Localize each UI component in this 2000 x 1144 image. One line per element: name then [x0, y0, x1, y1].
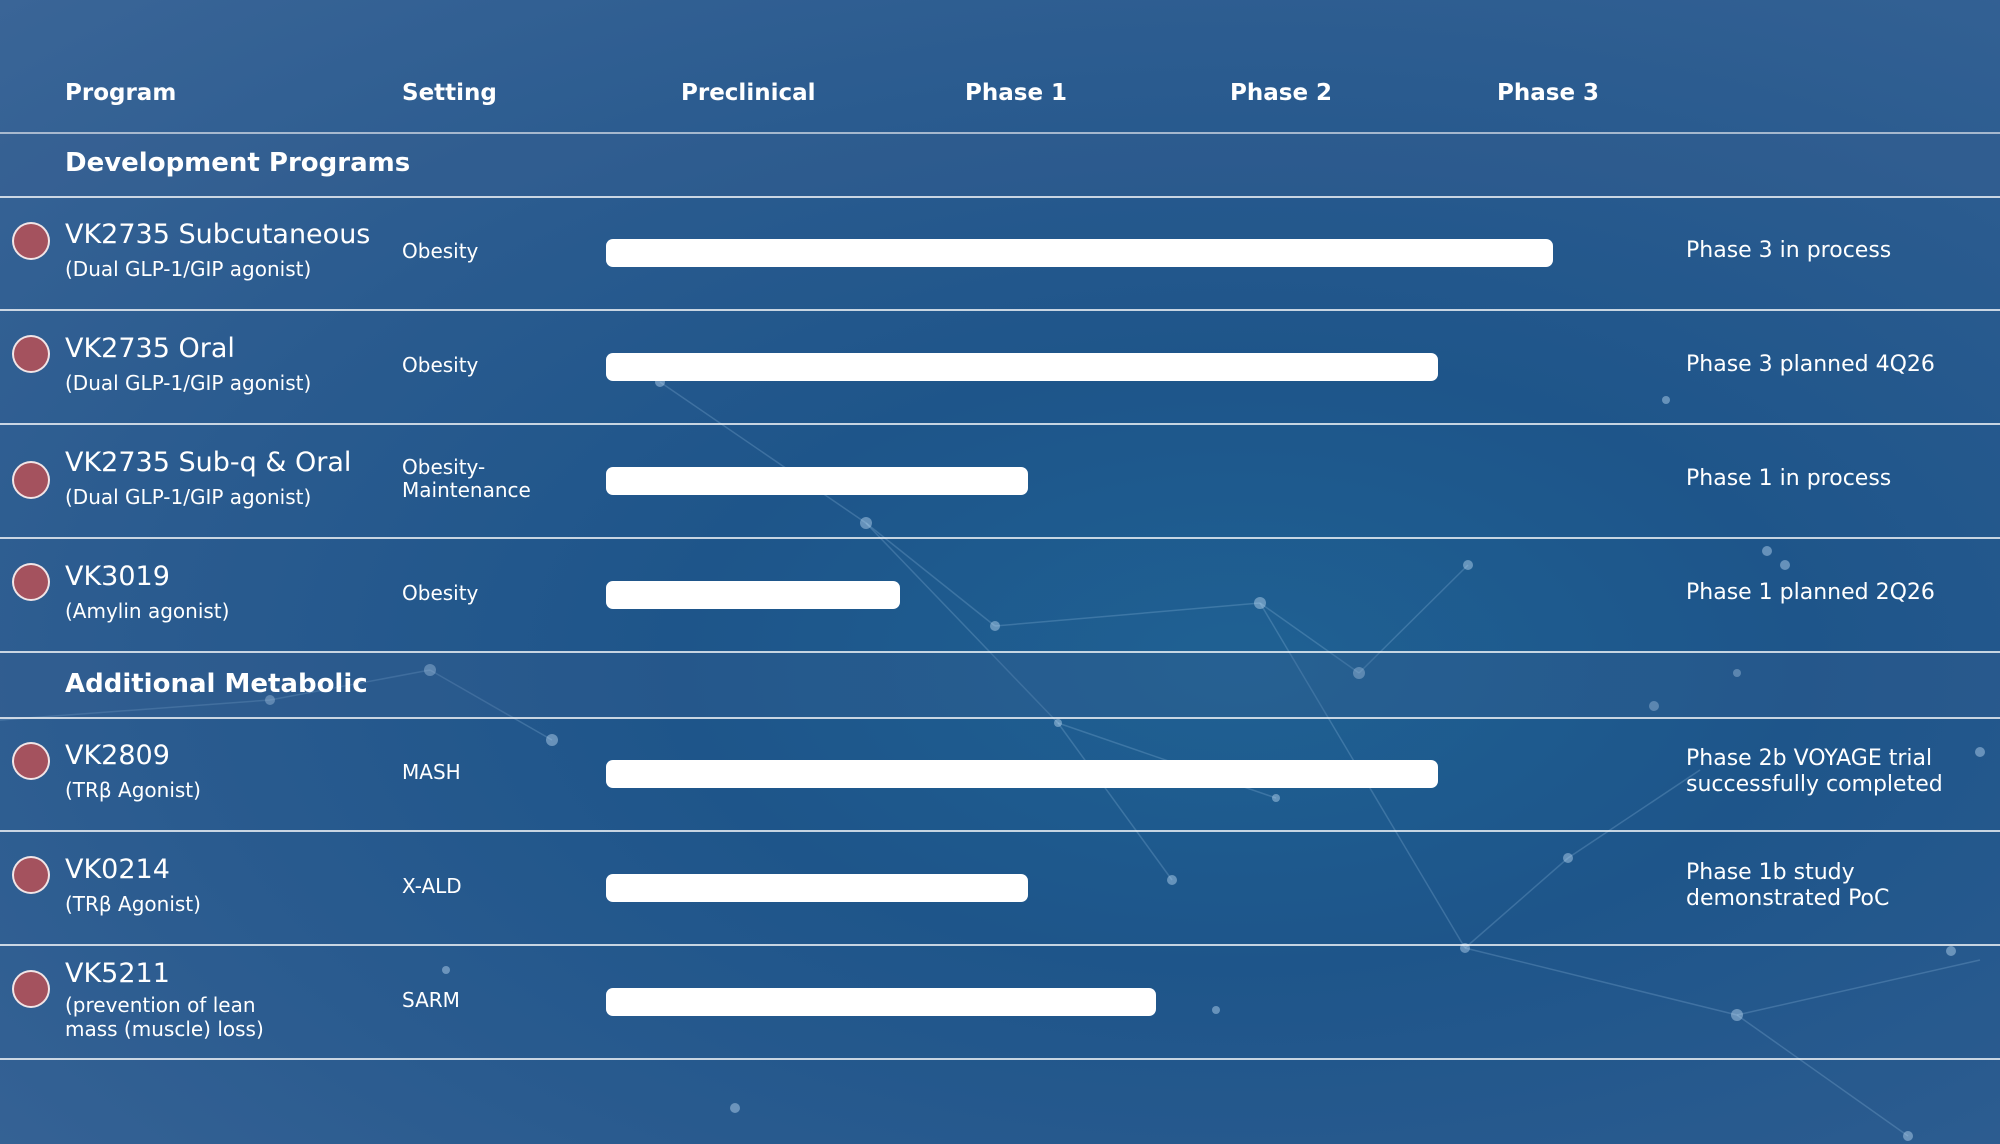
- section-title: Additional Metabolic: [65, 669, 368, 699]
- progress-bar: [606, 760, 1438, 788]
- program-row: VK2735 Oral (Dual GLP-1/GIP agonist) Obe…: [0, 311, 2000, 425]
- program-mechanism-line-2: mass (muscle) loss): [65, 1017, 264, 1041]
- program-name: VK2809: [65, 740, 170, 771]
- progress-bar: [606, 239, 1553, 267]
- program-status-line-2: demonstrated PoC: [1686, 886, 1890, 911]
- program-setting: Obesity: [402, 581, 479, 605]
- program-setting: Obesity: [402, 239, 479, 263]
- program-mechanism: (TRβ Agonist): [65, 778, 201, 802]
- program-setting-line-2: Maintenance: [402, 478, 531, 502]
- phase3-column-header: Phase 3: [1497, 80, 1600, 106]
- program-setting: Obesity-: [402, 455, 486, 479]
- program-row: VK3019 (Amylin agonist) Obesity Phase 1 …: [0, 539, 2000, 653]
- program-name: VK2735 Oral: [65, 333, 235, 364]
- program-setting: Obesity: [402, 353, 479, 377]
- progress-bar: [606, 874, 1028, 902]
- program-name: VK3019: [65, 561, 170, 592]
- program-row: VK2809 (TRβ Agonist) MASH Phase 2b VOYAG…: [0, 718, 2000, 832]
- section-title: Development Programs: [65, 148, 411, 178]
- program-column-header: Program: [65, 80, 177, 106]
- program-status-dot-icon: [12, 856, 50, 894]
- progress-bar: [606, 581, 900, 609]
- program-mechanism: (Dual GLP-1/GIP agonist): [65, 257, 312, 281]
- program-setting: SARM: [402, 988, 460, 1012]
- program-mechanism: (Dual GLP-1/GIP agonist): [65, 371, 312, 395]
- program-row: VK2735 Subcutaneous (Dual GLP-1/GIP agon…: [0, 197, 2000, 311]
- program-status: Phase 1b study: [1686, 860, 1855, 885]
- section-row-additional-metabolic: Additional Metabolic: [0, 653, 2000, 719]
- program-status: Phase 2b VOYAGE trial: [1686, 746, 1933, 771]
- program-name: VK2735 Sub-q & Oral: [65, 447, 352, 478]
- program-row: VK0214 (TRβ Agonist) X-ALD Phase 1b stud…: [0, 832, 2000, 946]
- program-status: Phase 1 in process: [1686, 466, 1892, 491]
- setting-column-header: Setting: [402, 80, 497, 106]
- program-status: Phase 3 planned 4Q26: [1686, 352, 1935, 377]
- program-status-dot-icon: [12, 222, 50, 260]
- program-status-dot-icon: [12, 970, 50, 1008]
- program-status: Phase 1 planned 2Q26: [1686, 580, 1935, 605]
- program-status: Phase 3 in process: [1686, 238, 1892, 263]
- program-setting: X-ALD: [402, 874, 462, 898]
- program-name: VK5211: [65, 958, 170, 989]
- program-status-dot-icon: [12, 563, 50, 601]
- progress-bar: [606, 353, 1438, 381]
- phase2-column-header: Phase 2: [1230, 80, 1333, 106]
- phase1-column-header: Phase 1: [965, 80, 1068, 106]
- program-status-dot-icon: [12, 461, 50, 499]
- program-name: VK2735 Subcutaneous: [65, 219, 371, 250]
- program-setting: MASH: [402, 760, 461, 784]
- program-name: VK0214: [65, 854, 170, 885]
- program-row: VK5211 (prevention of lean mass (muscle)…: [0, 946, 2000, 1060]
- table-header-row: Program Setting Preclinical Phase 1 Phas…: [0, 0, 2000, 134]
- program-status-dot-icon: [12, 335, 50, 373]
- progress-bar: [606, 988, 1156, 1016]
- program-status-dot-icon: [12, 742, 50, 780]
- program-mechanism: (Dual GLP-1/GIP agonist): [65, 485, 312, 509]
- program-status-line-2: successfully completed: [1686, 772, 1943, 797]
- section-row-development-programs: Development Programs: [0, 132, 2000, 198]
- progress-bar: [606, 467, 1028, 495]
- program-row: VK2735 Sub-q & Oral (Dual GLP-1/GIP agon…: [0, 425, 2000, 539]
- program-mechanism: (Amylin agonist): [65, 599, 230, 623]
- program-mechanism: (TRβ Agonist): [65, 892, 201, 916]
- program-mechanism: (prevention of lean: [65, 993, 256, 1017]
- preclinical-column-header: Preclinical: [681, 80, 816, 106]
